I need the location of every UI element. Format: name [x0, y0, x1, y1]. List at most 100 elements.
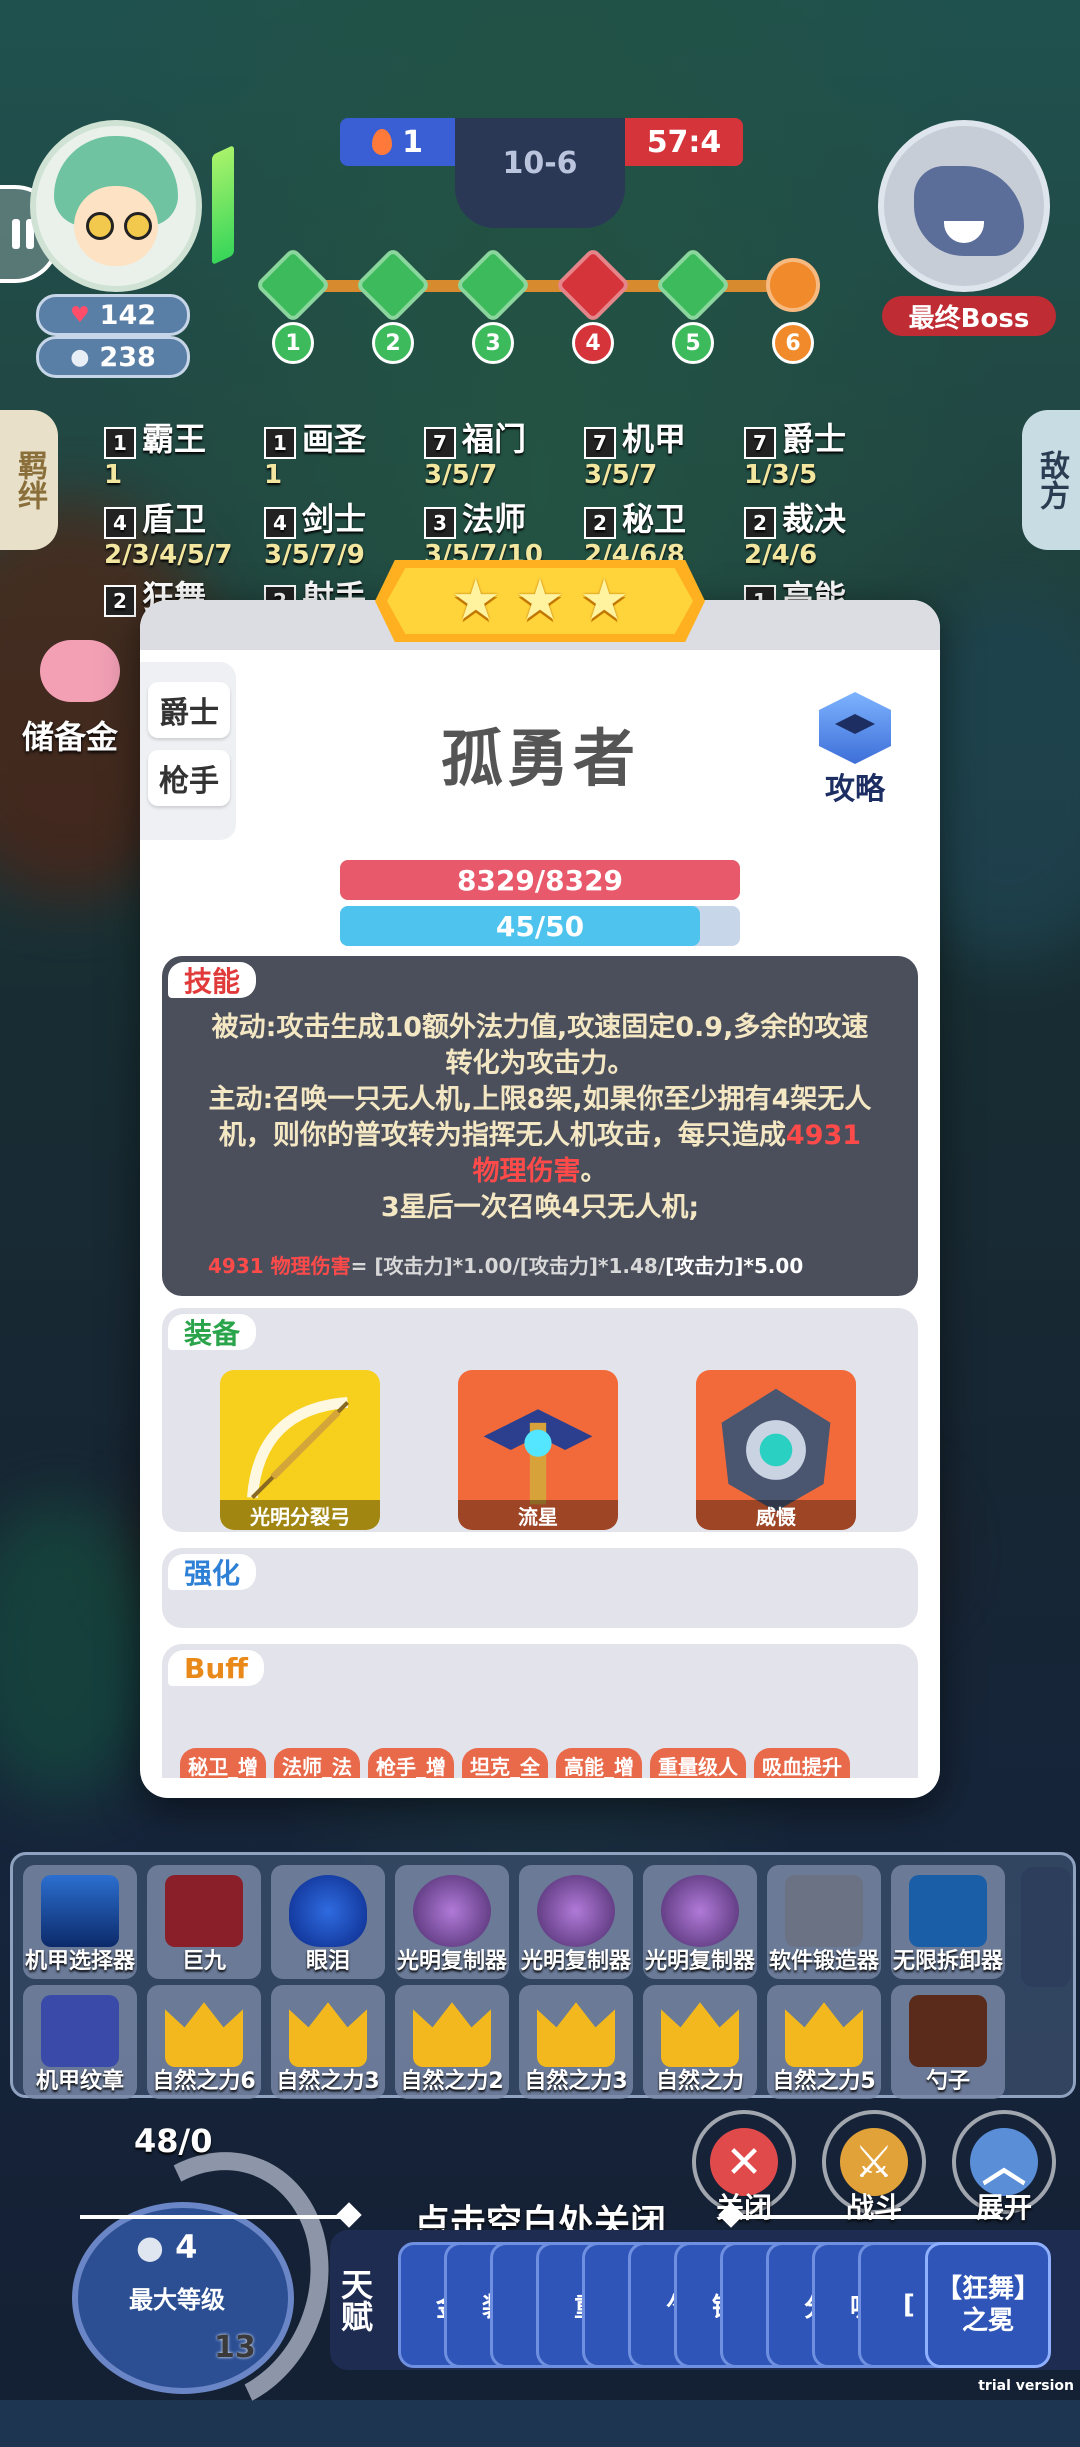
- round-number: 5: [672, 322, 714, 364]
- hero-detail-modal: ★ ★ ★ 爵士 枪手 孤勇者 攻略 8329/8329 45/50 技能 被动…: [140, 560, 940, 1798]
- synergy-item[interactable]: 4 剑士 3/5/7/9: [264, 494, 366, 570]
- buff-chip[interactable]: 法师_法: [274, 1748, 360, 1778]
- deterrence-emblem-icon: [721, 1388, 831, 1512]
- buff-tag: Buff: [168, 1650, 264, 1686]
- strengthen-tag: 强化: [168, 1554, 257, 1590]
- sword-icon: [165, 1875, 243, 1947]
- synergy-item[interactable]: 2 秘卫 2/4/6/8: [584, 494, 686, 570]
- replicator-icon: [537, 1875, 615, 1947]
- round-number: 2: [372, 322, 414, 364]
- mech-selector-icon: [41, 1875, 119, 1947]
- replicator-icon: [413, 1875, 491, 1947]
- buff-chip[interactable]: 吸血提升: [754, 1748, 850, 1778]
- piggy-bank-label: 储备金: [22, 718, 119, 756]
- synergy-item[interactable]: 7 爵士 1/3/5: [744, 414, 846, 490]
- tab-enemy[interactable]: 敌方: [1022, 410, 1080, 550]
- round-number: 3: [472, 322, 514, 364]
- round-number: 4: [572, 322, 614, 364]
- boss-avatar[interactable]: [878, 120, 1050, 292]
- buff-chip[interactable]: 坦克_全: [462, 1748, 548, 1778]
- synergy-item[interactable]: 4 盾卫 2/3/4/5/7: [104, 494, 232, 570]
- inventory-slot[interactable]: 勺子: [891, 1985, 1005, 2099]
- buff-chip[interactable]: 高能_增: [556, 1748, 642, 1778]
- synergy-item[interactable]: 3 法师 3/5/7/10: [424, 494, 543, 570]
- buff-chip[interactable]: 重量级人: [650, 1748, 746, 1778]
- level-number: 13: [214, 2330, 256, 2365]
- equipment-panel: 装备 光明分裂弓 流星 威慑: [162, 1308, 918, 1532]
- skill-description: 被动:攻击生成10额外法力值,攻速固定0.9,多余的攻速转化为攻击力。 主动:召…: [208, 1012, 872, 1223]
- inventory-scrollbar[interactable]: [1021, 1867, 1071, 1987]
- synergy-item[interactable]: 7 福门 3/5/7: [424, 414, 526, 490]
- inventory-slot[interactable]: 光明复制器: [395, 1865, 509, 1979]
- skull-icon: [766, 258, 820, 312]
- item-inventory: 机甲选择器 巨九 眼泪 光明复制器 光明复制器 光明复制器 软件锻造器 无限拆卸…: [10, 1852, 1076, 2099]
- crown-icon: [785, 2002, 863, 2067]
- crown-icon: [289, 2002, 367, 2067]
- inventory-slot[interactable]: 机甲选择器: [23, 1865, 137, 1979]
- star-icon: ★: [579, 568, 630, 633]
- star-icon: ★: [450, 568, 501, 633]
- level-label: 最大等级: [129, 2286, 225, 2314]
- equip-item[interactable]: 威慑: [696, 1370, 856, 1530]
- piggy-bank-icon[interactable]: [30, 640, 130, 720]
- level-xp: 48/0: [134, 2122, 213, 2160]
- buff-chip[interactable]: 枪手_增: [368, 1748, 454, 1778]
- strengthen-panel: 强化: [162, 1548, 918, 1628]
- inventory-slot[interactable]: 软件锻造器: [767, 1865, 881, 1979]
- round-number: 6: [772, 322, 814, 364]
- skill-panel: 技能 被动:攻击生成10额外法力值,攻速固定0.9,多余的攻速转化为攻击力。 主…: [162, 956, 918, 1296]
- synergy-item[interactable]: 7 机甲 3/5/7: [584, 414, 686, 490]
- trial-watermark: trial version: [978, 2378, 1074, 2394]
- wrench-icon: [909, 1875, 987, 1947]
- synergy-item[interactable]: 1 画圣 1: [264, 414, 366, 490]
- inventory-slot[interactable]: 自然之力2: [395, 1985, 509, 2099]
- star-icon: ★: [514, 568, 566, 633]
- inventory-slot[interactable]: 自然之力: [643, 1985, 757, 2099]
- inventory-slot[interactable]: 自然之力3: [519, 1985, 633, 2099]
- skill-tag: 技能: [168, 962, 257, 998]
- timer: 57:4: [625, 118, 743, 166]
- synergy-item[interactable]: 1 霸王 1: [104, 414, 206, 490]
- talent-card-selected[interactable]: 【狂舞】之冕: [925, 2242, 1051, 2368]
- inventory-slot[interactable]: 光明复制器: [643, 1865, 757, 1979]
- player-health-gauge: [212, 144, 234, 266]
- equip-item[interactable]: 光明分裂弓: [220, 1370, 380, 1530]
- inventory-slot[interactable]: 无限拆卸器: [891, 1865, 1005, 1979]
- star-rating: ★ ★ ★: [375, 560, 705, 642]
- coin-icon: ●: [70, 344, 90, 370]
- inventory-slot[interactable]: 自然之力5: [767, 1985, 881, 2099]
- synergy-item[interactable]: 2 裁决 2/4/6: [744, 494, 846, 570]
- buff-chip[interactable]: 秘卫_增: [180, 1748, 266, 1778]
- hp-bar: 8329/8329: [340, 860, 740, 900]
- mech-emblem-icon: [41, 1995, 119, 2067]
- player-score: 1: [340, 118, 455, 166]
- inventory-slot[interactable]: 巨九: [147, 1865, 261, 1979]
- equipment-tag: 装备: [168, 1314, 257, 1350]
- equip-item[interactable]: 流星: [458, 1370, 618, 1530]
- player-coin-pill: ● 238: [36, 336, 190, 378]
- inventory-slot[interactable]: 光明复制器: [519, 1865, 633, 1979]
- heart-icon: ♥: [69, 302, 90, 328]
- stage-indicator: 10-6: [455, 118, 625, 228]
- tab-synergy[interactable]: 羁绊: [0, 410, 58, 550]
- talent-label: 天赋: [336, 2268, 374, 2332]
- inventory-slot[interactable]: 眼泪: [271, 1865, 385, 1979]
- boss-label: 最终Boss: [882, 296, 1056, 336]
- round-number: 1: [272, 322, 314, 364]
- buff-panel: Buff 秘卫_增 法师_法 枪手_增 坦克_全 高能_增 重量级人 吸血提升: [162, 1644, 918, 1778]
- crown-icon: [413, 2002, 491, 2067]
- spoon-icon: [909, 1995, 987, 2067]
- tear-icon: [289, 1875, 367, 1947]
- meteor-crossbow-icon: [483, 1409, 593, 1505]
- player-hp-pill: ♥ 142: [36, 294, 190, 336]
- guide-button[interactable]: 攻略: [805, 692, 905, 807]
- player-avatar[interactable]: [30, 120, 202, 292]
- inventory-slot[interactable]: 机甲纹章: [23, 1985, 137, 2099]
- crown-icon: [537, 2002, 615, 2067]
- bow-icon: [246, 1396, 350, 1500]
- mana-bar: 45/50: [340, 906, 740, 946]
- inventory-slot[interactable]: 自然之力6: [147, 1985, 261, 2099]
- fire-icon: [372, 129, 393, 155]
- inventory-slot[interactable]: 自然之力3: [271, 1985, 385, 2099]
- damage-formula: 4931 物理伤害= [攻击力]*1.00/[攻击力]*1.48/[攻击力]*5…: [208, 1254, 804, 1278]
